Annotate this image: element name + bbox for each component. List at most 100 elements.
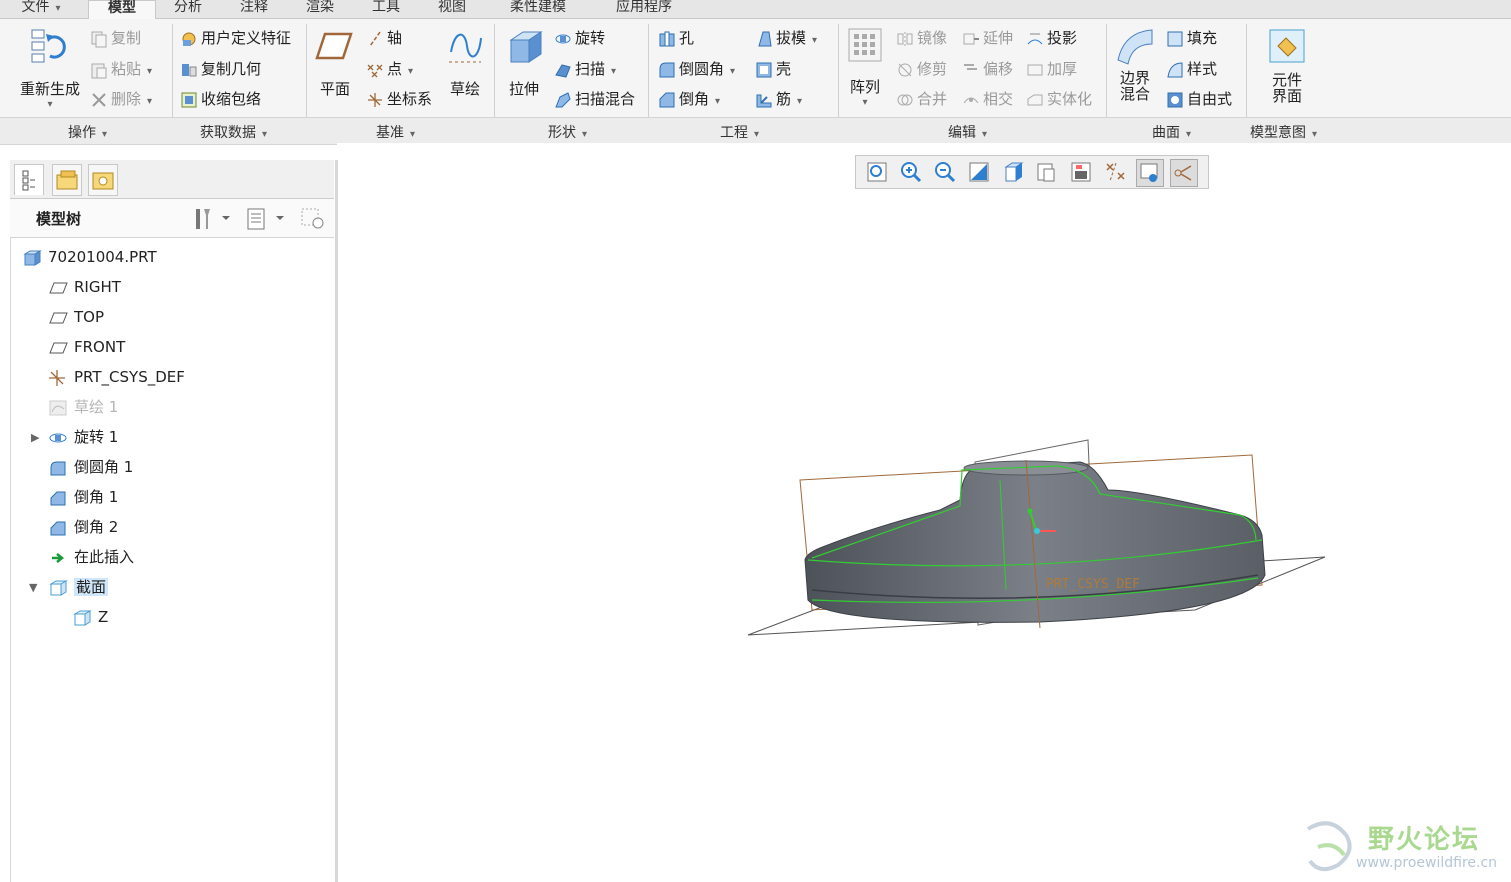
view-manager-button[interactable] (1068, 159, 1094, 185)
tree-show-button[interactable] (246, 205, 290, 235)
tree-item-top[interactable]: TOP (48, 304, 104, 330)
tab-annotate[interactable]: 注释 (226, 0, 282, 18)
solidify-button[interactable]: 实体化 (1026, 88, 1092, 110)
thicken-button[interactable]: 加厚 (1026, 58, 1077, 80)
filter-icon (301, 208, 324, 229)
tree-item-section-z[interactable]: Z (72, 604, 108, 630)
tree-filter-button[interactable] (300, 205, 328, 235)
coordinate-system-button[interactable]: 坐标系 (366, 88, 432, 110)
saved-views-icon (1037, 163, 1055, 182)
tab-applications[interactable]: 应用程序 (596, 0, 692, 18)
tree-item-sketch[interactable]: 草绘 1 (48, 394, 118, 420)
tools-icon (196, 209, 230, 229)
tab-tools[interactable]: 工具 (358, 0, 414, 18)
sweep-button[interactable]: 扫描 ▾ (554, 58, 616, 80)
group-shape[interactable]: 形状 ▾ (548, 122, 587, 142)
project-button[interactable]: 投影 (1026, 27, 1077, 49)
tree-item-csys[interactable]: PRT_CSYS_DEF (48, 364, 185, 390)
model-canvas[interactable]: PRT_CSYS_DEF (337, 143, 1511, 882)
swept-blend-button[interactable]: 扫描混合 (554, 88, 635, 110)
regenerate-button[interactable]: 重新生成 ▾ (16, 26, 84, 110)
fill-button[interactable]: 填充 (1166, 27, 1217, 49)
shrinkwrap-button[interactable]: 收缩包络 (180, 88, 261, 110)
round-button[interactable]: 倒圆角 ▾ (658, 58, 735, 80)
tab-flexible-modeling[interactable]: 柔性建模 (490, 0, 586, 18)
extrude-button[interactable]: 拉伸 (500, 26, 548, 99)
tab-view[interactable]: 视图 (424, 0, 480, 18)
paste-button[interactable]: 粘贴 ▾ (90, 58, 152, 80)
display-style-button[interactable] (1000, 159, 1026, 185)
sketch-button[interactable]: 草绘 (440, 26, 490, 99)
graphics-viewport[interactable]: PRT_CSYS_DEF (337, 143, 1511, 882)
group-model-intent[interactable]: 模型意图 ▾ (1250, 122, 1317, 142)
group-editing[interactable]: 编辑 ▾ (948, 122, 987, 142)
hole-button[interactable]: 孔 (658, 27, 694, 49)
pattern-button[interactable]: 阵列 ▾ (844, 26, 886, 108)
freestyle-button[interactable]: 自由式 (1166, 88, 1232, 110)
annotation-display-button[interactable] (1170, 159, 1198, 187)
group-datum[interactable]: 基准 ▾ (376, 122, 415, 142)
tree-item-right[interactable]: RIGHT (48, 274, 121, 300)
shell-button[interactable]: 壳 (755, 58, 791, 80)
chevron-down-icon: ▾ (754, 129, 760, 140)
tab-model-tree[interactable] (14, 164, 44, 195)
component-interface-button[interactable]: 元件 界面 (1262, 26, 1312, 104)
user-defined-feature-button[interactable]: 用户定义特征 (180, 27, 291, 49)
axis-button[interactable]: 轴 (366, 27, 402, 49)
offset-button[interactable]: 偏移 (962, 58, 1013, 80)
style-button[interactable]: 样式 (1166, 58, 1217, 80)
tab-model[interactable]: 模型 (88, 0, 156, 20)
datum-display-icon (1106, 162, 1125, 182)
mirror-button[interactable]: 镜像 (896, 27, 947, 49)
group-get-data[interactable]: 获取数据 ▾ (200, 122, 267, 142)
tab-file[interactable]: 文件 ▾ (10, 0, 72, 18)
tree-item-insert-here[interactable]: 在此插入 (48, 544, 134, 570)
tree-settings-button[interactable] (192, 205, 232, 235)
tree-item-part[interactable]: 70201004.PRT (22, 244, 157, 270)
chevron-down-icon: ▾ (47, 99, 53, 110)
tree-item-revolve[interactable]: 旋转 1 (48, 424, 118, 450)
repaint-button[interactable] (966, 159, 992, 185)
chevron-down-icon: ▾ (730, 66, 736, 77)
group-operations[interactable]: 操作 ▾ (68, 122, 107, 142)
refit-button[interactable] (864, 159, 890, 185)
extend-button[interactable]: 延伸 (962, 27, 1013, 49)
saved-orientations-button[interactable] (1034, 159, 1060, 185)
draft-button[interactable]: 拔模 ▾ (755, 27, 817, 49)
revolve-button[interactable]: 旋转 (554, 27, 605, 49)
tree-item-round[interactable]: 倒圆角 1 (48, 454, 133, 480)
zoom-out-button[interactable] (932, 159, 958, 185)
tree-item-chamfer-1[interactable]: 倒角 1 (48, 484, 118, 510)
copy-geometry-button[interactable]: 复制几何 (180, 58, 261, 80)
collapse-arrow-icon[interactable]: ▼ (29, 581, 37, 594)
pattern-icon (848, 28, 882, 62)
datum-plane-button[interactable]: 平面 (310, 26, 360, 99)
tree-item-chamfer-2[interactable]: 倒角 2 (48, 514, 118, 540)
delete-button[interactable]: 删除 ▾ (90, 88, 152, 110)
tab-render[interactable]: 渲染 (292, 0, 348, 18)
boundary-blend-button[interactable]: 边界 混合 (1112, 26, 1158, 102)
point-button[interactable]: 点 ▾ (366, 58, 413, 80)
group-surfaces[interactable]: 曲面 ▾ (1152, 122, 1191, 142)
copy-button[interactable]: 复制 (90, 27, 141, 49)
expand-arrow-icon[interactable]: ▶ (31, 431, 39, 444)
rib-button[interactable]: 筋 ▾ (755, 88, 802, 110)
section-icon (48, 579, 68, 597)
tree-item-section[interactable]: 截面 (48, 574, 109, 600)
tab-favorites[interactable] (88, 164, 118, 196)
chevron-down-icon: ▾ (611, 66, 617, 77)
group-engineering[interactable]: 工程 ▾ (720, 122, 759, 142)
tab-folder-browser[interactable] (52, 164, 82, 196)
trim-button[interactable]: 修剪 (896, 58, 947, 80)
paste-icon (90, 61, 108, 79)
tab-analysis[interactable]: 分析 (160, 0, 216, 18)
part-model[interactable] (804, 460, 1266, 623)
tree-item-front[interactable]: FRONT (48, 334, 125, 360)
datum-display-button[interactable] (1102, 159, 1128, 185)
merge-button[interactable]: 合并 (896, 88, 947, 110)
chamfer-button[interactable]: 倒角 ▾ (658, 88, 720, 110)
intersect-button[interactable]: 相交 (962, 88, 1013, 110)
spin-center-button[interactable] (1136, 159, 1164, 187)
zoom-in-button[interactable] (898, 159, 924, 185)
thicken-icon (1026, 61, 1044, 79)
